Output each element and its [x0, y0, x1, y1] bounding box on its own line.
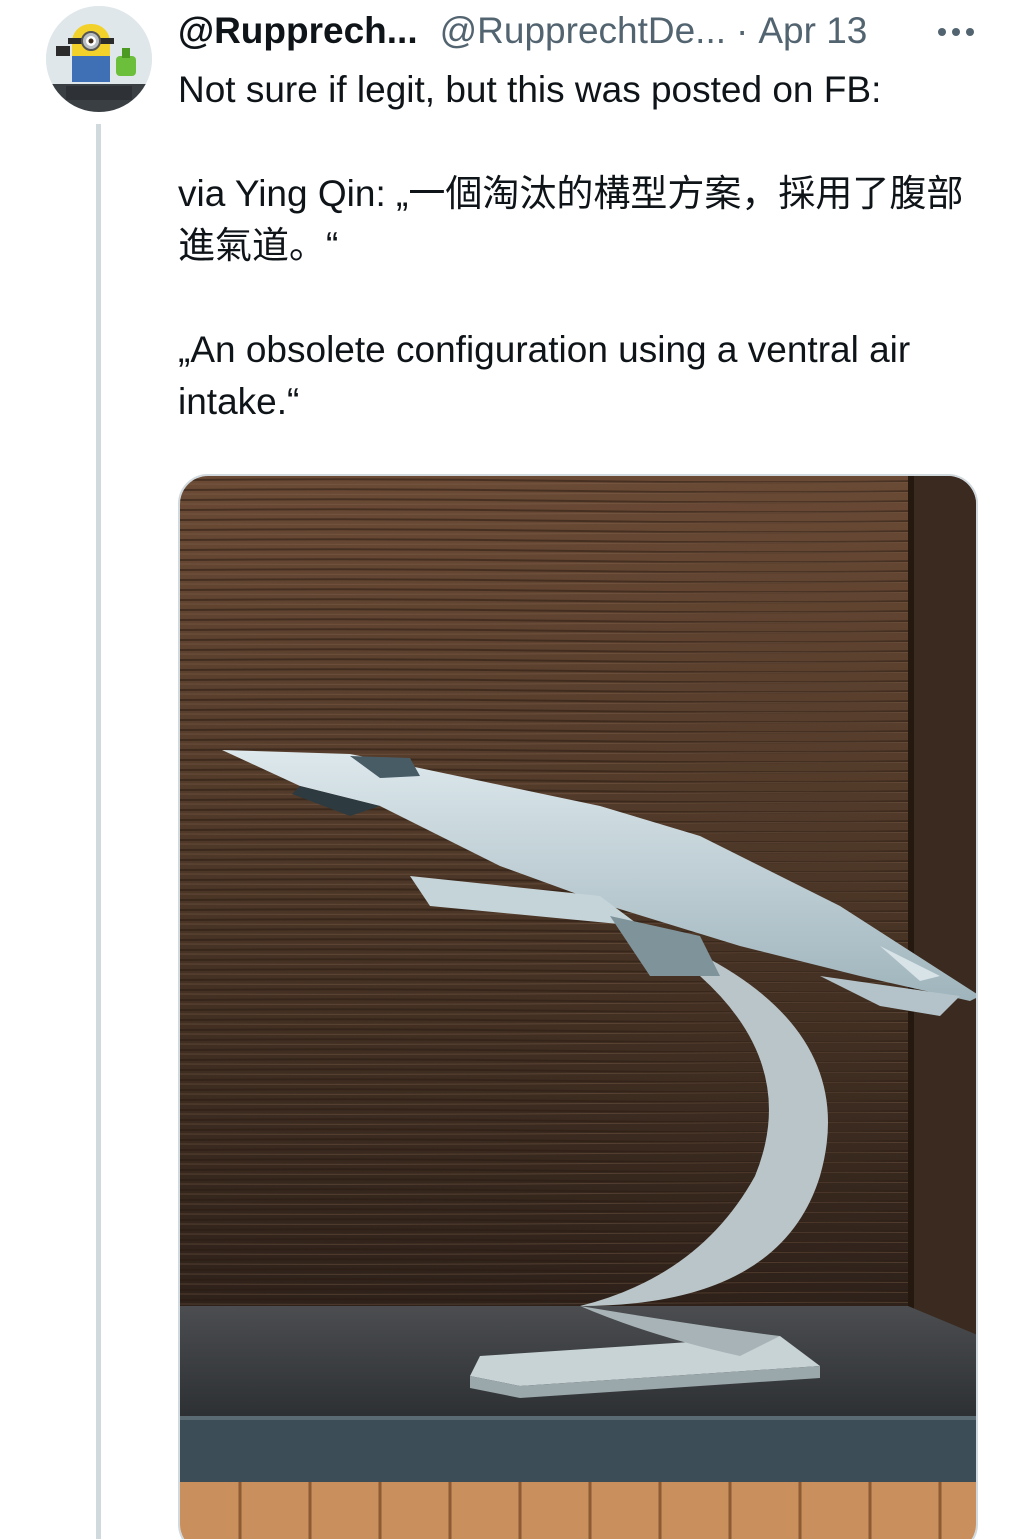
tweet-text-line-2: via Ying Qin: „一個淘汰的構型方案，採用了腹部進氣道。“	[178, 173, 964, 266]
tweet-text-line-3: „An obsolete configuration using a ventr…	[178, 329, 911, 422]
thread-line	[96, 124, 101, 1539]
aircraft-model-photo	[180, 476, 976, 1539]
more-options-button[interactable]	[930, 12, 982, 52]
tweet-text: Not sure if legit, but this was posted o…	[178, 64, 968, 428]
display-name[interactable]: @Rupprech...	[178, 8, 418, 54]
tweet-header: @Rupprech... @RupprechtDe... · Apr 13	[178, 8, 988, 54]
tweet[interactable]: @Rupprech... @RupprechtDe... · Apr 13 No…	[0, 0, 1024, 1539]
user-handle[interactable]: @RupprechtDe...	[440, 8, 726, 54]
minion-avatar-icon	[46, 6, 152, 112]
tweet-text-line-1: Not sure if legit, but this was posted o…	[178, 69, 882, 110]
separator: ·	[736, 10, 749, 51]
tweet-date[interactable]: Apr 13	[758, 8, 867, 54]
tweet-media-photo[interactable]	[178, 474, 978, 1539]
more-options-icon	[935, 23, 977, 41]
avatar[interactable]	[46, 6, 152, 112]
